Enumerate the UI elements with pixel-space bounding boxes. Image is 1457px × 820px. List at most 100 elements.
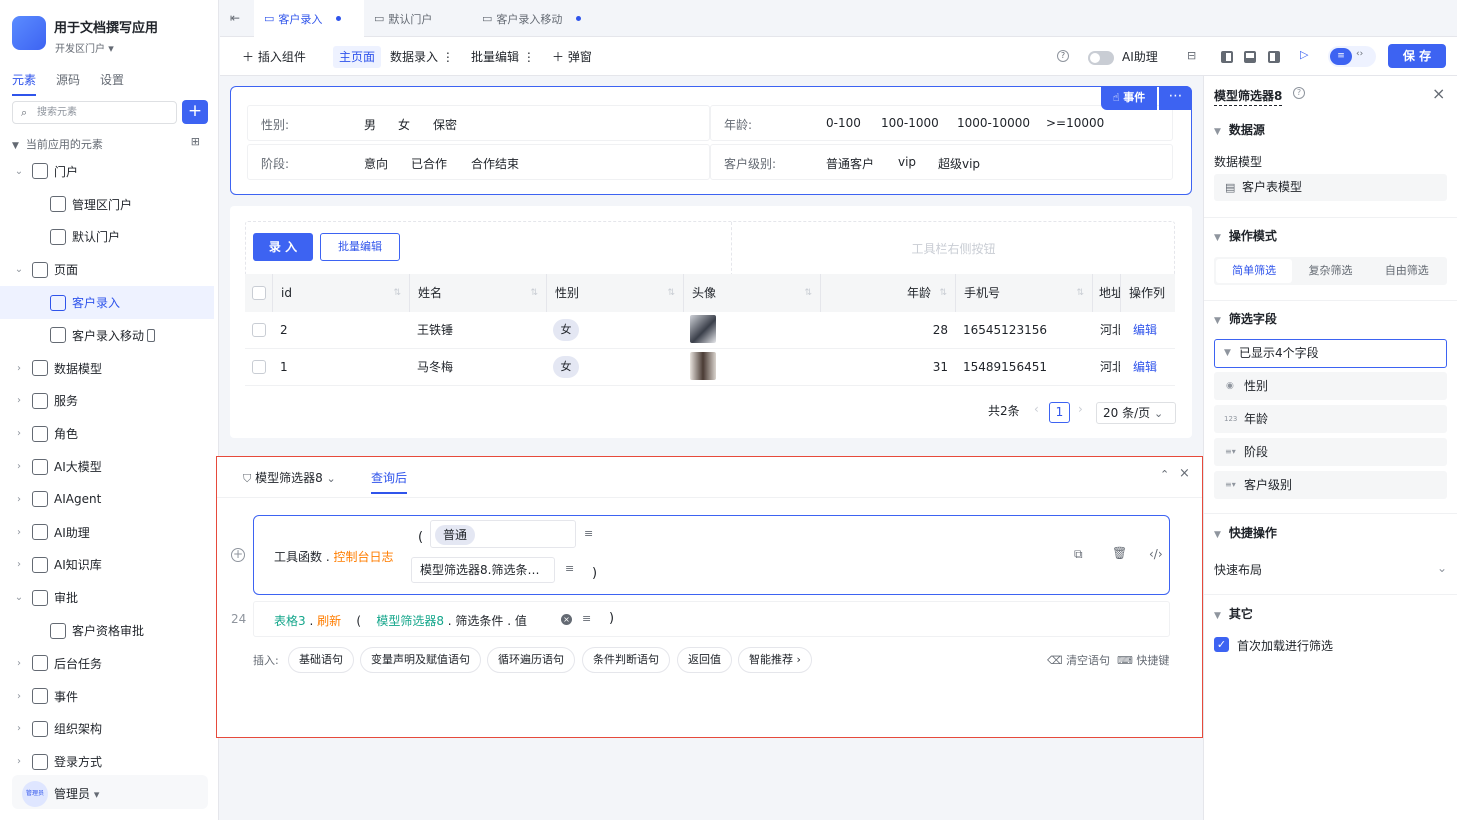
sort-icon[interactable]: ⇅ — [393, 274, 401, 312]
column-header[interactable]: 地址 — [1093, 274, 1121, 312]
page-number[interactable]: 1 — [1049, 402, 1070, 423]
field-item[interactable]: 123 年龄 — [1214, 405, 1447, 433]
filter-option[interactable]: 普通客户 — [826, 155, 874, 172]
tab-elements[interactable]: 元素 — [12, 71, 37, 96]
sort-icon[interactable]: ⇅ — [804, 274, 812, 312]
trash-icon[interactable]: 🗑 — [1112, 547, 1127, 559]
list-icon[interactable]: ≡ — [582, 613, 591, 624]
mode-complex[interactable]: 复杂筛选 — [1292, 259, 1368, 283]
tab-customer-entry-mobile[interactable]: ▭ 客户录入移动 — [472, 0, 598, 37]
section-mode[interactable]: ▼ 操作模式 — [1214, 227, 1277, 244]
layout-right-icon[interactable] — [1268, 51, 1280, 63]
sort-icon[interactable]: ⇅ — [939, 274, 947, 312]
insert-variable-button[interactable]: 变量声明及赋值语句 — [360, 647, 481, 673]
tree-item-event[interactable]: › 事件 — [0, 680, 219, 713]
insert-return-button[interactable]: 返回值 — [677, 647, 732, 673]
add-element-button[interactable]: + — [182, 100, 208, 124]
column-header[interactable]: id ⇅ — [273, 274, 410, 312]
tab-after-query[interactable]: 查询后 — [371, 469, 408, 494]
data-entry-button[interactable]: 数据录入 ⋮ — [390, 47, 454, 67]
code-icon[interactable]: ‹/› — [1149, 548, 1163, 560]
run-icon[interactable]: ▷ — [1300, 49, 1308, 60]
tree-item-customer-entry[interactable]: 客户录入 — [0, 286, 214, 319]
portal-select[interactable]: 开发区门户 ▾ — [55, 40, 114, 55]
tab-customer-entry[interactable]: ▭ 客户录入 — [254, 0, 364, 37]
statement-block-2[interactable]: 表格3 . 刷新 ( 模型筛选器8 . 筛选条件 . 值 × ≡ ) — [253, 601, 1170, 637]
sort-icon[interactable]: ⇅ — [667, 274, 675, 312]
component-selector[interactable]: ⛉ 模型筛选器8 ⌄ — [243, 469, 336, 486]
copy-icon[interactable]: ⧉ — [1074, 548, 1083, 560]
column-header[interactable]: 年龄 ⇅ — [821, 274, 956, 312]
filter-option[interactable]: vip — [898, 155, 916, 169]
collapse-up-icon[interactable]: ⌃ — [1160, 469, 1169, 480]
filter-option[interactable]: 意向 — [364, 155, 388, 172]
tab-settings[interactable]: 设置 — [100, 71, 124, 96]
table-row[interactable]: 2 王铁锤 女 28 16545123156 河北 编辑 — [245, 312, 1175, 349]
clear-icon[interactable]: × — [561, 614, 572, 625]
filter-option[interactable]: >=10000 — [1046, 116, 1104, 130]
batch-edit-button[interactable]: 批量编辑 ⋮ — [471, 47, 535, 67]
tree-item-background-task[interactable]: › 后台任务 — [0, 647, 219, 680]
tree-item-service[interactable]: › 服务 — [0, 385, 219, 418]
section-other[interactable]: ▼ 其它 — [1214, 605, 1253, 622]
insert-component-button[interactable]: ＋ 插入组件 — [242, 47, 306, 67]
model-select[interactable]: ▤ 客户表模型 — [1214, 174, 1447, 201]
edit-link[interactable]: 编辑 — [1133, 312, 1157, 348]
search-input[interactable]: ⌕ 搜索元素 — [12, 101, 177, 124]
section-header[interactable]: ▼ 当前应用的元素 ⊞ — [12, 136, 208, 152]
edit-link[interactable]: 编辑 — [1133, 349, 1157, 385]
tree-item-customer-entry-mobile[interactable]: 客户录入移动 — [0, 319, 219, 352]
tab-default-portal[interactable]: ▭ 默认门户 — [364, 0, 472, 37]
list-icon[interactable]: ≡ — [565, 563, 574, 574]
tab-source[interactable]: 源码 — [56, 71, 80, 96]
row-checkbox[interactable] — [252, 360, 266, 374]
column-header[interactable]: 头像 ⇅ — [684, 274, 821, 312]
section-fields[interactable]: ▼ 筛选字段 — [1214, 310, 1277, 327]
filter-option[interactable]: 保密 — [433, 116, 457, 133]
tree-item-approval[interactable]: ⌄ 审批 — [0, 581, 219, 614]
popup-button[interactable]: ＋ 弹窗 — [552, 47, 592, 67]
filter-option[interactable]: 合作结束 — [471, 155, 519, 172]
column-header[interactable]: 姓名 ⇅ — [410, 274, 547, 312]
layout-icon[interactable]: ⊞ — [191, 136, 200, 147]
preview-icon[interactable]: ⊟ — [1187, 50, 1196, 61]
column-header[interactable]: 手机号 ⇅ — [956, 274, 1093, 312]
tree-item-admin-portal[interactable]: 管理区门户 — [0, 188, 219, 221]
next-page-icon[interactable]: › — [1078, 402, 1083, 416]
layout-left-icon[interactable] — [1221, 51, 1233, 63]
component-title[interactable]: 模型筛选器8 — [1214, 87, 1283, 106]
view-switch[interactable]: ≡ ‹› — [1328, 46, 1376, 67]
more-icon[interactable]: ⋯ — [1159, 86, 1192, 110]
argument-input-2[interactable]: 模型筛选器8.筛选条… — [411, 557, 555, 583]
filter-option[interactable]: 1000-10000 — [957, 116, 1030, 130]
mode-free[interactable]: 自由筛选 — [1369, 259, 1445, 283]
insert-loop-button[interactable]: 循环遍历语句 — [487, 647, 575, 673]
tree-item-ai-model[interactable]: › AI大模型 — [0, 450, 219, 483]
tree-item-data-model[interactable]: › 数据模型 — [0, 352, 219, 385]
tree-item-login[interactable]: › 登录方式 — [0, 745, 219, 778]
ai-assistant-toggle[interactable] — [1088, 51, 1114, 65]
sort-icon[interactable]: ⇅ — [530, 274, 538, 312]
main-page-button[interactable]: 主页面 — [333, 46, 382, 68]
section-quick[interactable]: ▼ 快捷操作 — [1214, 524, 1277, 541]
filter-option[interactable]: 超级vip — [938, 155, 980, 172]
design-view-icon[interactable]: ≡ — [1330, 48, 1352, 65]
tree-item-role[interactable]: › 角色 — [0, 417, 219, 450]
collapse-icon[interactable]: ⇤ — [230, 12, 240, 24]
close-icon[interactable]: × — [1179, 467, 1190, 480]
batch-edit-table-button[interactable]: 批量编辑 — [320, 233, 400, 261]
filter-option[interactable]: 0-100 — [826, 116, 861, 130]
help-icon[interactable]: ? — [1057, 50, 1069, 62]
save-button[interactable]: 保 存 — [1388, 44, 1446, 68]
tree-item-org[interactable]: › 组织架构 — [0, 713, 219, 746]
tree-item-customer-approval[interactable]: 客户资格审批 — [0, 614, 219, 647]
mode-simple[interactable]: 简单筛选 — [1216, 259, 1293, 283]
section-datasource[interactable]: ▼ 数据源 — [1214, 121, 1265, 138]
model-filter-component[interactable]: 性别: 男 女 保密 年龄: 0-100 100-1000 1000-10000… — [230, 86, 1192, 195]
add-statement-icon[interactable]: + — [231, 548, 245, 562]
first-load-checkbox[interactable]: ✓ — [1214, 637, 1229, 652]
argument-input-1[interactable]: 普通 — [430, 520, 576, 548]
field-item[interactable]: ≡▾ 客户级别 — [1214, 471, 1447, 499]
insert-condition-button[interactable]: 条件判断语句 — [582, 647, 670, 673]
field-item[interactable]: ◉ 性别 — [1214, 372, 1447, 400]
